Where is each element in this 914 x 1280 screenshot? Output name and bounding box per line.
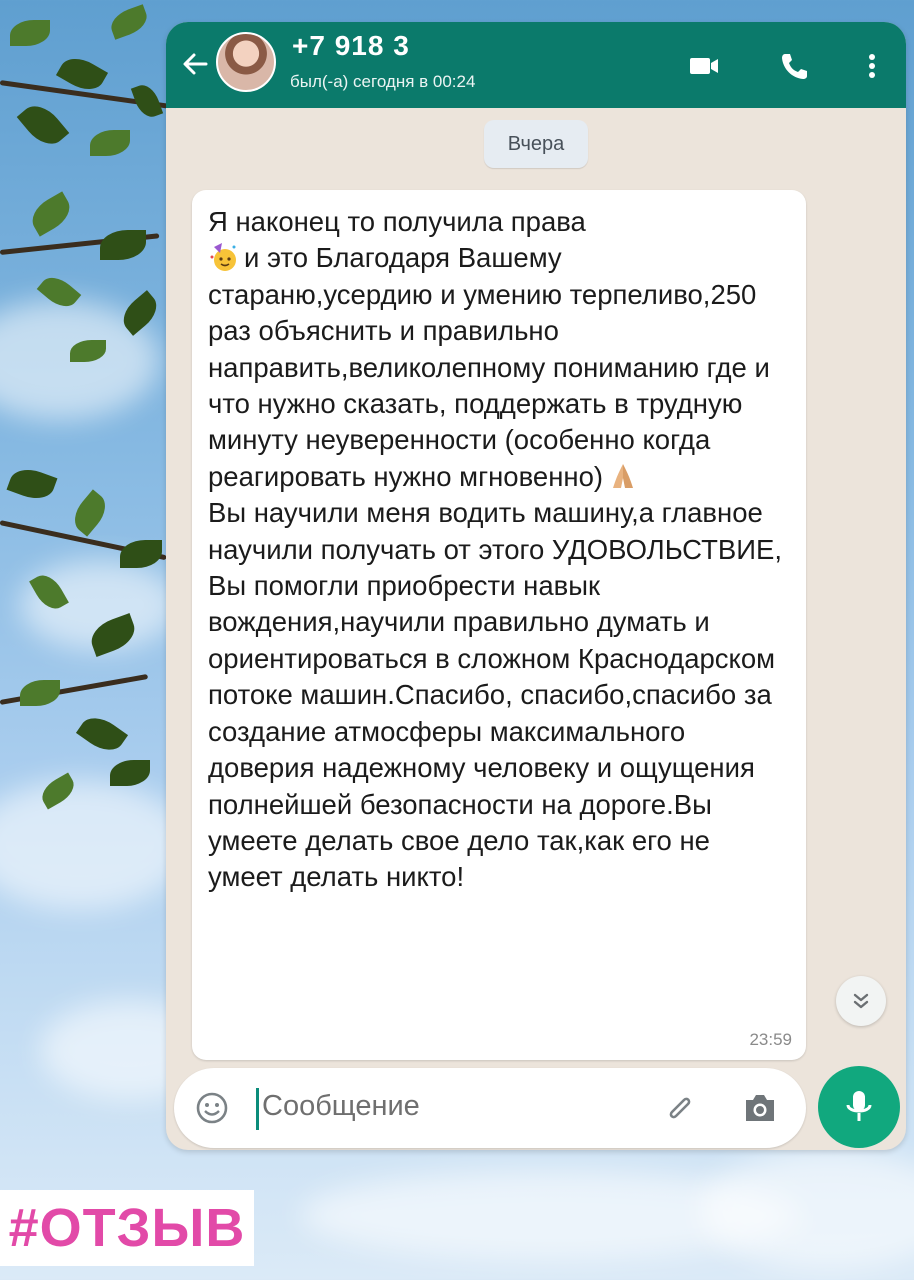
chat-screen: +7 918 3 был(-а) сегодня в 00:24 Вчера Я… [166, 22, 906, 1150]
message-paragraph-2: Вы научили меня водить машину,а главное … [208, 497, 782, 893]
scroll-to-bottom-button[interactable] [836, 976, 886, 1026]
folded-hands-emoji-icon [613, 463, 634, 488]
tree-foliage [0, 0, 170, 900]
message-bubble[interactable]: Я наконец то получила права и это Благод… [192, 190, 806, 1060]
contact-status: был(-а) сегодня в 00:24 [290, 72, 476, 91]
attach-icon[interactable] [660, 1088, 700, 1128]
message-text: Я наконец то получила права и это Благод… [208, 204, 788, 896]
message-time: 23:59 [749, 1030, 792, 1049]
avatar[interactable] [216, 32, 276, 92]
message-input-bar: Сообщение [174, 1068, 806, 1148]
emoji-icon[interactable] [194, 1090, 230, 1126]
message-paragraph-1: и это Благодаря Вашему стараню,усердию и… [208, 240, 788, 495]
message-line-1: Я наконец то получила права [208, 206, 586, 237]
voice-record-button[interactable] [818, 1066, 900, 1148]
camera-icon[interactable] [740, 1090, 780, 1126]
double-chevron-down-icon [853, 993, 869, 1009]
phone-call-icon[interactable] [776, 48, 812, 84]
video-call-icon[interactable] [686, 48, 722, 84]
more-options-icon[interactable] [854, 48, 890, 84]
date-separator: Вчера [484, 120, 588, 168]
text-cursor [256, 1088, 259, 1130]
hashtag-label: #ОТЗЫВ [0, 1190, 254, 1266]
contact-name[interactable]: +7 918 3 [292, 30, 410, 62]
message-input[interactable]: Сообщение [262, 1090, 420, 1123]
microphone-icon [846, 1091, 872, 1121]
message-paragraph-1-text: и это Благодаря Вашему стараню,усердию и… [208, 242, 770, 492]
back-arrow-icon[interactable] [176, 44, 216, 84]
chat-header: +7 918 3 был(-а) сегодня в 00:24 [166, 22, 906, 108]
party-face-emoji-icon [210, 243, 236, 272]
